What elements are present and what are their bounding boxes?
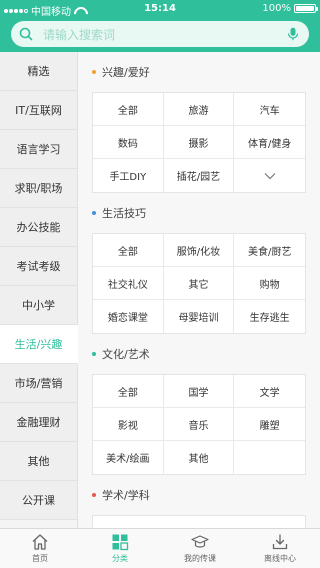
sidebar-item[interactable]: 金融理财 xyxy=(0,403,77,442)
subcategory-item[interactable]: 手工DIY xyxy=(93,159,164,192)
section-title-label: 文化/艺术 xyxy=(102,348,150,361)
subcategory-grid: 全部 旅游 汽车数码 摄影 体育/健身手工DIY 插花/园艺 xyxy=(92,92,306,193)
section-title-label: 学术/学科 xyxy=(102,489,150,502)
sidebar-item[interactable]: 生活/兴趣 xyxy=(0,325,78,364)
subcategory-item[interactable]: 美术/绘画 xyxy=(93,441,164,474)
subcategory-item[interactable]: 体育/健身 xyxy=(234,126,305,159)
bottom-tab-bar: 首页 分类 我的传课 离线中心 xyxy=(0,528,320,568)
battery-percent: 100% xyxy=(262,3,291,14)
section-title-label: 兴趣/爱好 xyxy=(102,66,150,79)
tab-category[interactable]: 分类 xyxy=(80,529,160,568)
tab-home[interactable]: 首页 xyxy=(0,529,80,568)
empty-cell xyxy=(234,441,305,474)
search-icon xyxy=(19,27,33,41)
graduation-cap-icon xyxy=(191,535,209,548)
subcategory-item[interactable]: 母婴培训 xyxy=(164,300,235,333)
sidebar-item[interactable]: 办公技能 xyxy=(0,208,77,247)
subcategory-item[interactable]: 旅游 xyxy=(163,93,235,126)
subcategory-item[interactable]: 国学 xyxy=(163,375,235,408)
tab-offline[interactable]: 离线中心 xyxy=(240,529,320,568)
subcategory-item[interactable]: 其它 xyxy=(163,267,235,300)
subcategory-item[interactable]: 全部 xyxy=(93,93,164,126)
subcategory-item[interactable]: 插花/园艺 xyxy=(164,159,235,192)
download-icon xyxy=(272,534,288,550)
sidebar-item[interactable]: 其他 xyxy=(0,442,77,481)
section-title: 生活技巧 xyxy=(78,193,320,233)
section-title: 学术/学科 xyxy=(78,475,320,515)
section-dot-icon xyxy=(92,493,96,497)
home-icon xyxy=(32,534,48,550)
subcategory-item[interactable]: 社交礼仪 xyxy=(93,267,164,300)
sidebar-item[interactable]: 求职/职场 xyxy=(0,169,77,208)
sidebar-item[interactable]: 考试考级 xyxy=(0,247,77,286)
category-grid-icon xyxy=(112,534,129,551)
subcategory-item[interactable]: 购物 xyxy=(234,267,305,300)
sidebar-item[interactable]: 中小学 xyxy=(0,286,77,325)
tab-label: 离线中心 xyxy=(264,554,296,563)
chevron-down-icon xyxy=(264,172,276,179)
category-sidebar: 精选 IT/互联网 语言学习 求职/职场 办公技能 考试考级 中小学 生活/兴趣 市场/营销 金融… xyxy=(0,52,78,528)
subcategory-item[interactable]: 美食/厨艺 xyxy=(234,234,305,267)
subcategory-item[interactable]: 生存逃生 xyxy=(234,300,305,333)
subcategory-item[interactable]: 其他 xyxy=(164,441,235,474)
search-input[interactable]: 请输入搜索词 xyxy=(43,26,287,43)
section-title: 文化/艺术 xyxy=(78,334,320,374)
sidebar-item[interactable]: IT/互联网 xyxy=(0,91,77,130)
sidebar-item[interactable]: 精选 xyxy=(0,52,77,91)
subcategory-item[interactable]: 音乐 xyxy=(163,408,235,441)
subcategory-item[interactable]: 数码 xyxy=(93,126,164,159)
section-dot-icon xyxy=(92,352,96,356)
subcategory-item[interactable]: 婚恋课堂 xyxy=(93,300,164,333)
subcategory-grid: 全部 服饰/化妆 美食/厨艺社交礼仪 其它 购物婚恋课堂 母婴培训 生存逃生 xyxy=(92,233,306,334)
subcategory-panel: 兴趣/爱好 全部 旅游 汽车 数码 摄影 体育/健身 手工DIY 插花/园艺 生活技巧 全部 服饰/化… xyxy=(78,52,320,528)
subcategory-item[interactable]: 全部 xyxy=(93,234,164,267)
microphone-icon[interactable] xyxy=(287,27,299,41)
subcategory-item[interactable]: 服饰/化妆 xyxy=(163,234,235,267)
status-bar: 中国移动 15:14 100% xyxy=(0,0,320,18)
search-bar[interactable]: 请输入搜索词 xyxy=(11,21,309,47)
sidebar-item[interactable]: 公开课 xyxy=(0,481,77,520)
app-header: 中国移动 15:14 100% 请输入搜索词 xyxy=(0,0,320,52)
section-dot-icon xyxy=(92,211,96,215)
subcategory-item[interactable]: 汽车 xyxy=(234,93,305,126)
sidebar-item[interactable]: 市场/营销 xyxy=(0,364,77,403)
subcategory-grid xyxy=(92,515,306,528)
subcategory-item[interactable]: 影视 xyxy=(93,408,164,441)
expand-more-button[interactable] xyxy=(234,159,305,192)
subcategory-grid: 全部 国学 文学影视 音乐 雕塑美术/绘画 其他 xyxy=(92,374,306,475)
section-title: 兴趣/爱好 xyxy=(78,52,320,92)
subcategory-item[interactable]: 雕塑 xyxy=(234,408,305,441)
sidebar-item[interactable]: 语言学习 xyxy=(0,130,77,169)
tab-label: 首页 xyxy=(32,554,48,563)
tab-label: 我的传课 xyxy=(184,554,216,563)
subcategory-item[interactable]: 文学 xyxy=(234,375,305,408)
subcategory-item[interactable]: 全部 xyxy=(93,375,164,408)
battery-icon xyxy=(294,4,318,13)
tab-label: 分类 xyxy=(112,554,128,563)
section-dot-icon xyxy=(92,70,96,74)
section-title-label: 生活技巧 xyxy=(102,207,146,220)
subcategory-item[interactable]: 摄影 xyxy=(163,126,235,159)
tab-my-courses[interactable]: 我的传课 xyxy=(160,529,240,568)
